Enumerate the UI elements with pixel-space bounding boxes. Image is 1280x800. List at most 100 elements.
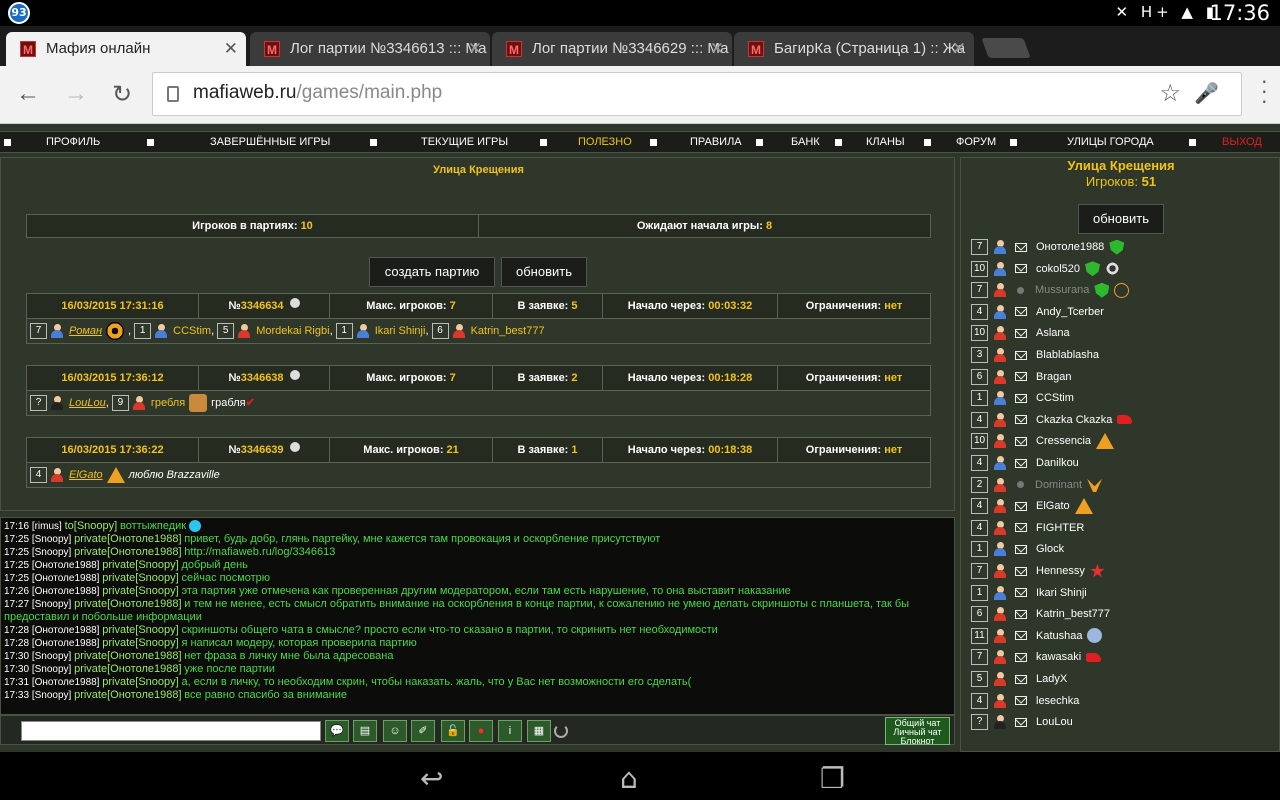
edit-icon[interactable]: ✐: [411, 720, 435, 742]
message-envelope-icon[interactable]: [1015, 544, 1027, 554]
tab-mafia-online[interactable]: Мафия онлайн ✕: [6, 32, 246, 66]
chat-recipient[interactable]: to[Snoopy]: [65, 520, 118, 532]
player-row[interactable]: 1 Glock: [971, 539, 1064, 559]
message-envelope-icon[interactable]: [1015, 609, 1027, 619]
player-name[interactable]: Hennessy: [1036, 565, 1085, 577]
player-row[interactable]: 4 FIGHTER: [971, 518, 1084, 538]
player-name[interactable]: Ikari Shinji: [1036, 587, 1087, 599]
message-envelope-icon[interactable]: [1015, 372, 1027, 382]
player-name[interactable]: Ikari Shinji: [375, 325, 426, 337]
player-name[interactable]: Aslana: [1036, 327, 1070, 339]
player-name[interactable]: Bragan: [1036, 371, 1071, 383]
nav-forum[interactable]: ФОРУМ: [956, 136, 996, 148]
player-name[interactable]: ElGato: [1036, 500, 1070, 512]
chat-recipient[interactable]: private[Snoopy]: [102, 676, 178, 688]
url-text[interactable]: mafiaweb.ru/games/main.php: [193, 82, 442, 104]
forward-arrow-icon[interactable]: →: [64, 80, 88, 108]
game-id[interactable]: №3346639: [199, 438, 330, 462]
player-row[interactable]: 11 Katushaa: [971, 626, 1103, 646]
game-id[interactable]: №3346638: [199, 366, 330, 390]
player-row[interactable]: 4 Ckazka Ckazka: [971, 410, 1133, 430]
player-row[interactable]: 6 Katrin_best777: [971, 604, 1110, 624]
player-row[interactable]: 3 Blablablasha: [971, 345, 1099, 365]
player-name[interactable]: LadyX: [1036, 673, 1067, 685]
close-tab-icon[interactable]: ✕: [710, 32, 724, 66]
new-tab-button[interactable]: [981, 38, 1031, 58]
game-id[interactable]: №3346634: [199, 294, 330, 318]
nav-finished-games[interactable]: ЗАВЕРШЁННЫЕ ИГРЫ: [210, 136, 330, 148]
back-arrow-icon[interactable]: ←: [16, 80, 40, 108]
address-bar[interactable]: mafiaweb.ru/games/main.php ☆ 🎤: [152, 72, 1242, 116]
notes-icon[interactable]: ▤: [353, 720, 377, 742]
player-name[interactable]: LouLou: [1036, 716, 1073, 728]
tab-notepad[interactable]: Блокнот: [886, 737, 949, 746]
player-row[interactable]: 1 CCStim: [971, 388, 1074, 408]
player-name[interactable]: Cressencia: [1036, 435, 1091, 447]
player-row[interactable]: 4 lesechka: [971, 691, 1079, 711]
player-row[interactable]: 5 LadyX: [971, 669, 1067, 689]
chat-recipient[interactable]: private[Snoopy]: [102, 572, 178, 584]
message-envelope-icon[interactable]: [1015, 350, 1027, 360]
player-row[interactable]: ? LouLou: [971, 712, 1073, 732]
nav-city-streets[interactable]: УЛИЦЫ ГОРОДА: [1067, 136, 1154, 148]
player-row[interactable]: 4 Andy_Tcerber: [971, 302, 1104, 322]
player-name[interactable]: Роман: [69, 325, 102, 337]
player-name[interactable]: Andy_Tcerber: [1036, 306, 1104, 318]
player-row[interactable]: 10 cokol520: [971, 259, 1121, 279]
chat-recipient[interactable]: private[Snoopy]: [102, 559, 178, 571]
message-envelope-icon[interactable]: [1015, 696, 1027, 706]
message-envelope-icon[interactable]: [1015, 264, 1027, 274]
message-envelope-icon[interactable]: [1015, 501, 1027, 511]
message-envelope-icon[interactable]: [1015, 674, 1027, 684]
player-row[interactable]: 6 Bragan: [971, 367, 1071, 387]
smileys-icon[interactable]: ☺: [383, 720, 407, 742]
nav-current-games[interactable]: ТЕКУЩИЕ ИГРЫ: [421, 136, 508, 148]
chat-input[interactable]: [21, 721, 321, 741]
info-icon[interactable]: i: [498, 720, 522, 742]
tab-game-log-1[interactable]: Лог партии №3346613 ::: Ма ✕: [250, 32, 490, 66]
message-envelope-icon[interactable]: [1015, 652, 1027, 662]
chat-recipient[interactable]: private[Онотоле1988]: [74, 598, 181, 610]
chat-recipient[interactable]: private[Онотоле1988]: [74, 546, 181, 558]
reload-icon[interactable]: ↻: [112, 80, 132, 109]
microphone-icon[interactable]: 🎤: [1194, 81, 1219, 106]
player-row[interactable]: 7 Онотоле1988: [971, 237, 1125, 257]
record-icon[interactable]: ●: [469, 720, 493, 742]
player-row[interactable]: 10 Cressencia: [971, 431, 1115, 451]
message-envelope-icon[interactable]: [1015, 307, 1027, 317]
player-name[interactable]: FIGHTER: [1036, 522, 1084, 534]
message-envelope-icon[interactable]: [1015, 631, 1027, 641]
chat-recipient[interactable]: private[Snoopy]: [102, 585, 178, 597]
player-row[interactable]: 4 Danilkou: [971, 453, 1079, 473]
recents-nav-icon[interactable]: ❐: [820, 762, 845, 795]
chat-recipient[interactable]: private[Онотоле1988]: [74, 689, 181, 701]
nav-useful[interactable]: ПОЛЕЗНО: [578, 136, 632, 148]
lock-icon[interactable]: 🔓: [441, 720, 465, 742]
nav-bank[interactable]: БАНК: [791, 136, 820, 148]
keyboard-icon[interactable]: ▦: [527, 720, 551, 742]
player-name[interactable]: Blablablasha: [1036, 349, 1099, 361]
close-tab-icon[interactable]: ✕: [952, 32, 966, 66]
player-name[interactable]: Dominant: [1035, 479, 1082, 491]
player-row[interactable]: 10 Aslana: [971, 323, 1070, 343]
chat-recipient[interactable]: private[Онотоле1988]: [74, 663, 181, 675]
message-envelope-icon[interactable]: [1015, 242, 1027, 252]
player-row[interactable]: 7 Hennessy: [971, 561, 1105, 581]
message-envelope-icon[interactable]: [1015, 717, 1027, 727]
player-name[interactable]: ElGato: [69, 469, 103, 481]
bookmark-star-icon[interactable]: ☆: [1159, 79, 1181, 108]
player-name[interactable]: cokol520: [1036, 263, 1080, 275]
player-name[interactable]: Katushaa: [1036, 630, 1082, 642]
close-tab-icon[interactable]: ✕: [468, 32, 482, 66]
player-name[interactable]: Katrin_best777: [1036, 608, 1110, 620]
player-name[interactable]: Katrin_best777: [471, 325, 545, 337]
close-tab-icon[interactable]: ✕: [224, 32, 238, 66]
nav-rules[interactable]: ПРАВИЛА: [690, 136, 742, 148]
player-name[interactable]: LouLou: [69, 397, 106, 409]
player-row[interactable]: 2 Dominant: [971, 475, 1103, 495]
nav-clans[interactable]: КЛАНЫ: [866, 136, 905, 148]
create-game-button[interactable]: создать партию: [369, 257, 495, 287]
player-row[interactable]: 1 Ikari Shinji: [971, 583, 1087, 603]
refresh-games-button[interactable]: обновить: [501, 257, 587, 287]
player-row[interactable]: 7 kawasaki: [971, 647, 1102, 667]
